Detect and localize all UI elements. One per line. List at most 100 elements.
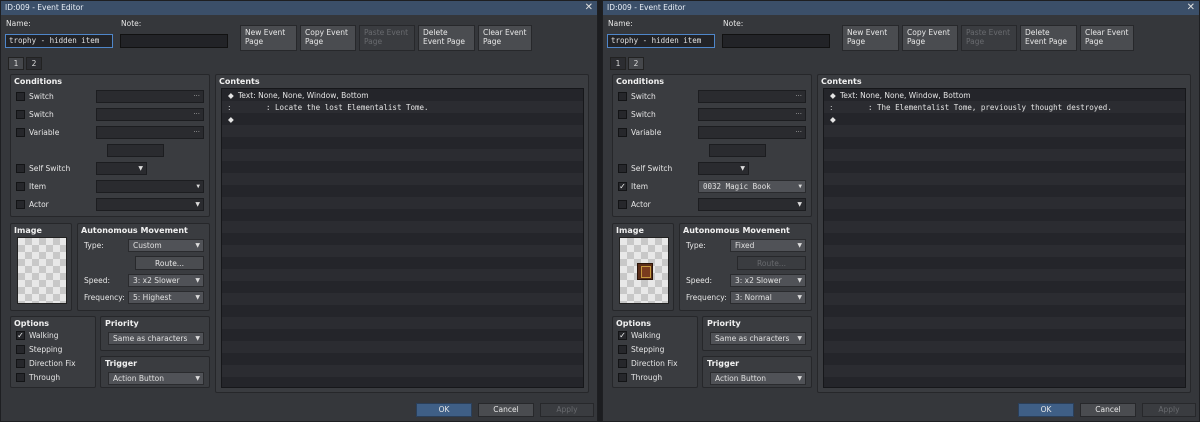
variable-label: Variable — [631, 128, 662, 137]
clear-event-page-button[interactable]: Clear Event Page — [478, 25, 532, 51]
movement-type-value: Fixed — [735, 241, 755, 250]
variable-checkbox[interactable] — [618, 128, 627, 137]
delete-event-page-button[interactable]: Delete Event Page — [418, 25, 475, 51]
event-editor-window-right: ID:009 - Event Editor ✕ Name: trophy - h… — [602, 0, 1200, 422]
self-switch-checkbox[interactable] — [16, 164, 25, 173]
cancel-button[interactable]: Cancel — [478, 403, 534, 417]
switch1-checkbox[interactable] — [16, 92, 25, 101]
new-event-page-button[interactable]: New Event Page — [240, 25, 297, 51]
self-switch-label: Self Switch — [29, 164, 71, 173]
command-line-text[interactable]: ◆ Text: None, None, Window, Bottom — [228, 91, 369, 100]
movement-type-label: Type: — [84, 241, 104, 250]
apply-button[interactable]: Apply — [1142, 403, 1196, 417]
diamond-icon: ◆ — [830, 91, 836, 100]
direction-fix-checkbox[interactable] — [618, 359, 627, 368]
apply-button[interactable]: Apply — [540, 403, 594, 417]
item-select[interactable]: 0032 Magic Book ▼ — [698, 180, 806, 193]
tab-page-1[interactable]: 1 — [8, 57, 24, 70]
switch2-checkbox[interactable] — [16, 110, 25, 119]
image-title: Image — [14, 226, 42, 235]
movement-frequency-select[interactable]: 3: Normal ▼ — [730, 291, 806, 304]
copy-event-page-button[interactable]: Copy Event Page — [902, 25, 958, 51]
tab-page-2[interactable]: 2 — [628, 57, 644, 70]
priority-select[interactable]: Same as characters ▼ — [108, 332, 204, 345]
ok-button[interactable]: OK — [416, 403, 472, 417]
cancel-button[interactable]: Cancel — [1080, 403, 1136, 417]
switch1-checkbox[interactable] — [618, 92, 627, 101]
self-switch-select[interactable]: ▼ — [698, 162, 749, 175]
note-input[interactable] — [722, 34, 830, 48]
movement-speed-select[interactable]: 3: x2 Slower ▼ — [730, 274, 806, 287]
walking-checkbox[interactable]: ✓ — [16, 331, 25, 340]
clear-event-page-button[interactable]: Clear Event Page — [1080, 25, 1134, 51]
note-input[interactable] — [120, 34, 228, 48]
actor-checkbox[interactable] — [16, 200, 25, 209]
ellipsis-icon: ··· — [795, 128, 802, 136]
route-button[interactable]: Route... — [135, 256, 204, 270]
movement-frequency-select[interactable]: 5: Highest ▼ — [128, 291, 204, 304]
variable-value-field[interactable] — [107, 144, 164, 157]
stepping-checkbox[interactable] — [618, 345, 627, 354]
switch2-field[interactable]: ··· — [698, 108, 806, 121]
command-line-message[interactable]: :: Locate the lost Elementalist Tome. — [228, 103, 429, 112]
event-image[interactable] — [17, 237, 67, 304]
command-line-end[interactable]: ◆ — [830, 115, 840, 124]
event-command-list[interactable]: ◆ Text: None, None, Window, Bottom :: Loc… — [221, 88, 584, 388]
tab-page-2[interactable]: 2 — [26, 57, 42, 70]
self-switch-checkbox[interactable] — [618, 164, 627, 173]
event-image[interactable] — [619, 237, 669, 304]
through-checkbox[interactable] — [16, 373, 25, 382]
item-checkbox[interactable]: ✓ — [618, 182, 627, 191]
variable-checkbox[interactable] — [16, 128, 25, 137]
name-input[interactable]: trophy - hidden item — [5, 34, 113, 48]
movement-type-select[interactable]: Fixed ▼ — [730, 239, 806, 252]
switch1-field[interactable]: ··· — [698, 90, 806, 103]
movement-type-select[interactable]: Custom ▼ — [128, 239, 204, 252]
title-bar: ID:009 - Event Editor ✕ — [1, 1, 597, 15]
priority-select[interactable]: Same as characters ▼ — [710, 332, 806, 345]
trigger-select[interactable]: Action Button ▼ — [108, 372, 204, 385]
self-switch-select[interactable]: ▼ — [96, 162, 147, 175]
variable-value-field[interactable] — [709, 144, 766, 157]
tab-page-1[interactable]: 1 — [610, 57, 626, 70]
actor-label: Actor — [29, 200, 49, 209]
actor-select[interactable]: ▼ — [698, 198, 806, 211]
copy-event-page-button[interactable]: Copy Event Page — [300, 25, 356, 51]
trigger-select[interactable]: Action Button ▼ — [710, 372, 806, 385]
through-label: Through — [631, 373, 663, 382]
movement-speed-select[interactable]: 3: x2 Slower ▼ — [128, 274, 204, 287]
walking-checkbox[interactable]: ✓ — [618, 331, 627, 340]
switch2-checkbox[interactable] — [618, 110, 627, 119]
variable-field[interactable]: ··· — [96, 126, 204, 139]
new-event-page-button[interactable]: New Event Page — [842, 25, 899, 51]
event-command-list[interactable]: ◆ Text: None, None, Window, Bottom :: The… — [823, 88, 1186, 388]
ellipsis-icon: ··· — [795, 92, 802, 100]
self-switch-label: Self Switch — [631, 164, 673, 173]
close-icon[interactable]: ✕ — [1187, 1, 1195, 15]
note-label: Note: — [121, 19, 142, 28]
item-checkbox[interactable] — [16, 182, 25, 191]
route-button[interactable]: Route... — [737, 256, 806, 270]
chevron-down-icon: ▼ — [195, 201, 200, 208]
switch2-field[interactable]: ··· — [96, 108, 204, 121]
movement-type-value: Custom — [133, 241, 162, 250]
command-line-text[interactable]: ◆ Text: None, None, Window, Bottom — [830, 91, 971, 100]
command-line-end[interactable]: ◆ — [228, 115, 238, 124]
stepping-checkbox[interactable] — [16, 345, 25, 354]
through-checkbox[interactable] — [618, 373, 627, 382]
item-select[interactable]: ▼ — [96, 180, 204, 193]
actor-select[interactable]: ▼ — [96, 198, 204, 211]
switch1-field[interactable]: ··· — [96, 90, 204, 103]
actor-checkbox[interactable] — [618, 200, 627, 209]
paste-event-page-button[interactable]: Paste Event Page — [359, 25, 415, 51]
ok-button[interactable]: OK — [1018, 403, 1074, 417]
paste-event-page-button[interactable]: Paste Event Page — [961, 25, 1017, 51]
direction-fix-checkbox[interactable] — [16, 359, 25, 368]
delete-event-page-button[interactable]: Delete Event Page — [1020, 25, 1077, 51]
command-line-message[interactable]: :: The Elementalist Tome, previously tho… — [830, 103, 1112, 112]
title-bar: ID:009 - Event Editor ✕ — [603, 1, 1199, 15]
variable-field[interactable]: ··· — [698, 126, 806, 139]
continuation-mark: : — [228, 103, 231, 112]
name-input[interactable]: trophy - hidden item — [607, 34, 715, 48]
close-icon[interactable]: ✕ — [585, 1, 593, 15]
